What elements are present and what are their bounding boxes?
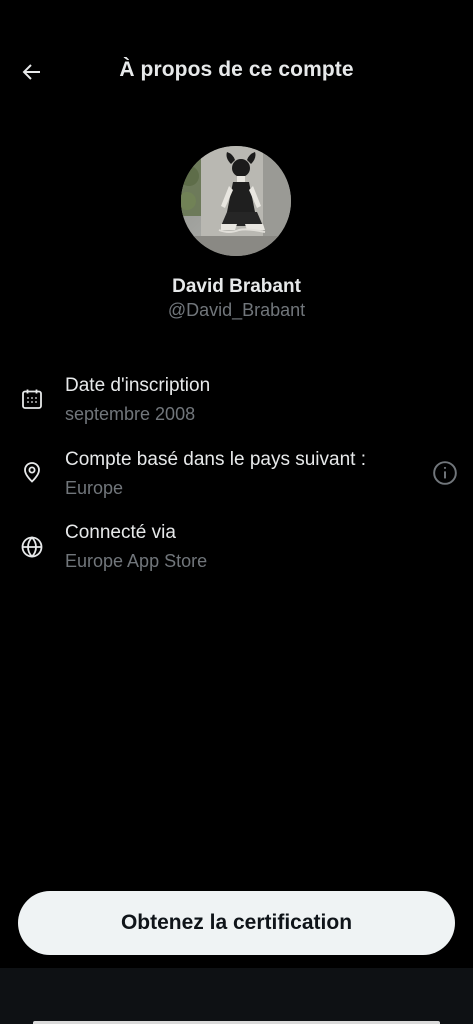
calendar-icon — [19, 386, 45, 412]
page-title: À propos de ce compte — [119, 58, 354, 81]
display-name: David Brabant — [172, 276, 301, 297]
get-verified-button[interactable]: Obtenez la certification — [18, 891, 455, 955]
globe-icon — [19, 534, 45, 560]
account-country-label: Compte basé dans le pays suivant : — [65, 449, 367, 470]
account-country-value: Europe — [65, 478, 124, 498]
info-button[interactable] — [430, 458, 460, 488]
system-navigation-bar — [0, 968, 473, 1024]
info-icon — [433, 461, 457, 485]
connected-via-label: Connecté via — [65, 522, 176, 543]
account-country-row: Compte basé dans le pays suivant : Europ… — [0, 446, 473, 506]
join-date-label: Date d'inscription — [65, 375, 211, 396]
connected-via-row: Connecté via Europe App Store — [0, 519, 473, 579]
user-handle: @David_Brabant — [167, 300, 306, 320]
connected-via-value: Europe App Store — [65, 551, 208, 571]
top-app-bar: À propos de ce compte — [0, 40, 473, 104]
join-date-value: septembre 2008 — [65, 404, 196, 424]
avatar[interactable] — [181, 146, 291, 256]
profile-photo — [181, 146, 291, 256]
location-pin-icon — [19, 459, 45, 485]
join-date-row: Date d'inscription septembre 2008 — [0, 372, 473, 432]
